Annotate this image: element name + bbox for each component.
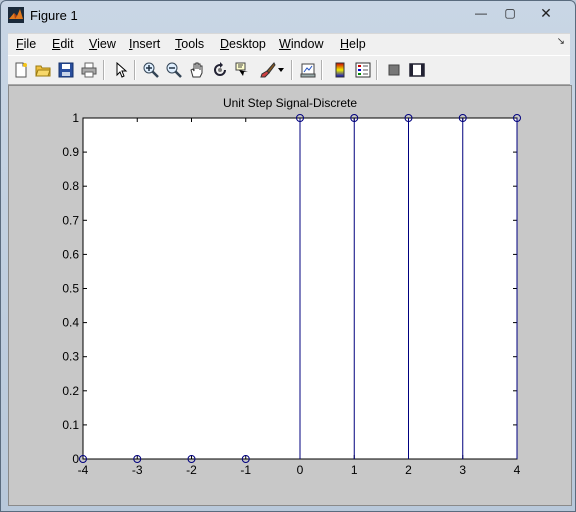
zoom-out-button[interactable] <box>164 60 183 79</box>
close-button[interactable]: ✕ <box>527 4 565 22</box>
print-button[interactable] <box>79 60 98 79</box>
edit-plot-button[interactable] <box>111 60 130 79</box>
matlab-logo-icon <box>8 7 24 23</box>
show-plot-tools-button[interactable] <box>407 60 426 79</box>
print-icon <box>81 62 96 77</box>
minimize-icon: — <box>475 6 487 20</box>
insert-legend-icon <box>355 62 370 77</box>
link-plot-button[interactable] <box>298 60 317 79</box>
toolbar-separator <box>321 60 323 80</box>
menu-bar: File Edit View Insert Tools Desktop Wind… <box>8 33 570 55</box>
menu-file[interactable]: File <box>16 37 36 51</box>
toolbar-separator <box>376 60 378 80</box>
rotate-3d-button[interactable] <box>210 60 229 79</box>
title-bar[interactable]: Figure 1 — ▢ ✕ <box>1 1 575 29</box>
y-tick-label: 0.8 <box>62 179 79 193</box>
minimize-button[interactable]: — <box>467 4 495 22</box>
pan-button[interactable] <box>187 60 206 79</box>
new-figure-icon <box>15 62 27 77</box>
link-plot-icon <box>300 63 315 77</box>
zoom-out-icon <box>166 62 182 78</box>
data-cursor-icon <box>235 62 248 76</box>
brush-icon <box>259 61 276 77</box>
brush-button[interactable] <box>258 60 277 79</box>
menu-tools[interactable]: Tools <box>175 37 204 51</box>
y-tick-label: 0.4 <box>62 316 79 330</box>
x-tick-label: 2 <box>405 463 412 477</box>
dock-arrow-icon[interactable]: ↘ <box>557 36 565 47</box>
x-tick-label: -3 <box>132 463 143 477</box>
x-tick-label: 0 <box>297 463 304 477</box>
x-tick-label: -1 <box>240 463 251 477</box>
show-plot-tools-icon <box>408 62 425 77</box>
figure-window: Figure 1 — ▢ ✕ File Edit View Insert Too… <box>0 0 576 512</box>
menu-desktop[interactable]: Desktop <box>220 37 266 51</box>
x-tick-label: 1 <box>351 463 358 477</box>
menu-view[interactable]: View <box>89 37 116 51</box>
save-icon <box>58 62 73 77</box>
edit-plot-arrow-icon <box>116 61 127 78</box>
open-file-icon <box>34 65 51 76</box>
stem-plot[interactable]: 00.10.20.30.40.50.60.70.80.91-4 -3 -2 -1 0 1 2… <box>9 86 571 505</box>
open-file-button[interactable] <box>33 60 52 79</box>
y-tick-label: 0.2 <box>62 384 79 398</box>
zoom-in-icon <box>143 62 159 78</box>
menu-window[interactable]: Window <box>279 37 323 51</box>
pan-hand-icon <box>189 62 202 77</box>
toolbar-separator <box>103 60 105 80</box>
toolbar-separator <box>291 60 293 80</box>
insert-colorbar-icon <box>335 62 344 77</box>
x-tick-label: -4 <box>78 463 89 477</box>
y-tick-label: 0.5 <box>62 282 79 296</box>
menu-edit[interactable]: Edit <box>52 37 74 51</box>
y-tick-label: 0.1 <box>62 418 79 432</box>
y-tick-label: 0.7 <box>62 213 79 227</box>
y-tick-label: 1 <box>72 111 79 125</box>
new-figure-button[interactable] <box>11 60 30 79</box>
hide-plot-tools-icon <box>388 64 399 75</box>
figure-toolbar <box>8 55 570 85</box>
x-tick-label: 3 <box>459 463 466 477</box>
zoom-in-button[interactable] <box>141 60 160 79</box>
x-tick-label: 4 <box>514 463 521 477</box>
hide-plot-tools-button[interactable] <box>384 60 403 79</box>
menu-insert[interactable]: Insert <box>129 37 160 51</box>
brush-dropdown-icon <box>278 67 284 72</box>
y-tick-label: 0.9 <box>62 145 79 159</box>
insert-colorbar-button[interactable] <box>330 60 349 79</box>
maximize-icon: ▢ <box>504 6 516 20</box>
close-icon: ✕ <box>540 4 552 21</box>
save-button[interactable] <box>56 60 75 79</box>
rotate-3d-icon <box>213 61 226 76</box>
y-tick-label: 0.3 <box>62 350 79 364</box>
x-tick-label: -2 <box>186 463 197 477</box>
toolbar-separator <box>134 60 136 80</box>
maximize-button[interactable]: ▢ <box>496 4 524 22</box>
insert-legend-button[interactable] <box>353 60 372 79</box>
brush-dropdown-button[interactable] <box>276 60 286 79</box>
data-cursor-button[interactable] <box>233 60 252 79</box>
window-title: Figure 1 <box>30 8 78 23</box>
menu-help[interactable]: Help <box>340 37 366 51</box>
figure-canvas[interactable]: Unit Step Signal-Discrete 0 0.1 0.2 0.3 0.4 0… <box>8 85 572 506</box>
y-tick-label: 0.6 <box>62 247 79 261</box>
